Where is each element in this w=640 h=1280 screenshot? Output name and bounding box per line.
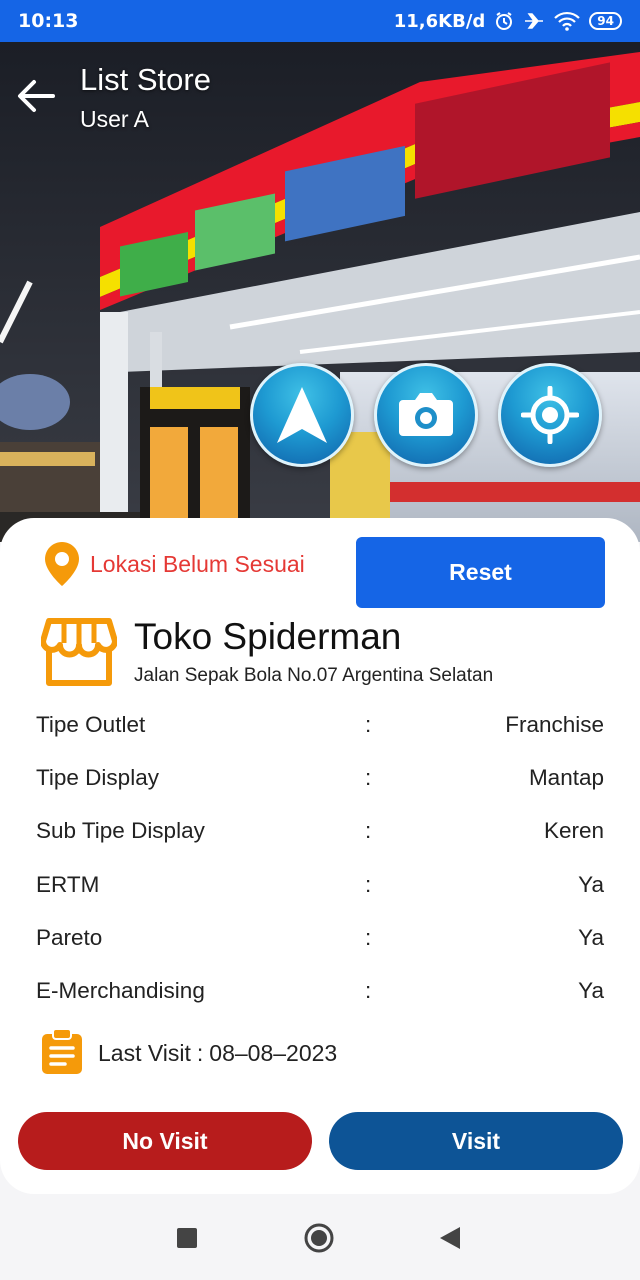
location-status: Lokasi Belum Sesuai xyxy=(90,551,305,577)
detail-colon: : xyxy=(365,925,372,950)
navigation-arrow-icon xyxy=(277,387,327,443)
recents-button[interactable] xyxy=(176,1227,198,1254)
no-visit-button[interactable]: No Visit xyxy=(18,1112,312,1170)
detail-value: Mantap xyxy=(528,765,604,790)
detail-label: ERTM xyxy=(36,872,100,897)
gps-crosshair-icon xyxy=(521,386,579,444)
detail-value: Ya xyxy=(578,978,604,1003)
status-indicators: 11,6KB/d 94 xyxy=(394,11,622,32)
status-bar: 10:13 11,6KB/d 94 xyxy=(0,0,640,42)
airplane-icon xyxy=(523,11,545,31)
detail-label: E-Merchandising xyxy=(36,978,205,1003)
navigate-button[interactable] xyxy=(250,363,354,467)
camera-button[interactable] xyxy=(374,363,478,467)
wifi-icon xyxy=(554,11,581,31)
detail-row-tipe-display: Tipe Display : Mantap xyxy=(36,765,604,805)
square-icon xyxy=(177,1228,197,1248)
detail-colon: : xyxy=(365,978,372,1003)
visit-button[interactable]: Visit xyxy=(329,1112,623,1170)
clipboard-icon xyxy=(40,1028,84,1081)
arrow-left-icon xyxy=(18,80,55,112)
last-visit-date: 08–08–2023 xyxy=(209,1040,338,1066)
home-button[interactable] xyxy=(303,1222,335,1259)
camera-icon xyxy=(399,393,453,436)
detail-row-tipe-outlet: Tipe Outlet : Franchise xyxy=(36,712,604,752)
detail-colon: : xyxy=(365,765,372,790)
back-nav-button[interactable] xyxy=(438,1225,462,1256)
detail-label: Sub Tipe Display xyxy=(36,818,205,843)
detail-colon: : xyxy=(365,712,372,737)
page-title: List Store xyxy=(80,62,211,97)
back-button[interactable] xyxy=(14,74,58,118)
detail-row-ertm: ERTM : Ya xyxy=(36,872,604,912)
detail-value: Franchise xyxy=(505,712,604,737)
detail-row-e-merchandising: E-Merchandising : Ya xyxy=(36,978,604,1018)
status-time: 10:13 xyxy=(18,10,79,32)
detail-label: Pareto xyxy=(36,925,103,950)
detail-label: Tipe Display xyxy=(36,765,159,790)
page-subtitle: User A xyxy=(80,106,150,132)
detail-row-sub-tipe-display: Sub Tipe Display : Keren xyxy=(36,818,604,858)
location-pin-icon xyxy=(44,541,80,592)
store-address: Jalan Sepak Bola No.07 Argentina Selatan xyxy=(134,665,494,686)
detail-value: Keren xyxy=(543,818,604,843)
detail-label: Tipe Outlet xyxy=(36,712,146,737)
reset-button[interactable]: Reset xyxy=(356,537,605,608)
detail-value: Ya xyxy=(578,872,604,897)
detail-colon: : xyxy=(365,818,372,843)
triangle-back-icon xyxy=(440,1227,460,1249)
battery-indicator: 94 xyxy=(589,12,622,30)
detail-colon: : xyxy=(365,872,372,897)
last-visit-label: Last Visit xyxy=(98,1040,191,1066)
store-name: Toko Spiderman xyxy=(134,616,402,657)
app-bar: List Store User A xyxy=(0,52,640,142)
detail-row-pareto: Pareto : Ya xyxy=(36,925,604,965)
last-visit-separator: : xyxy=(196,1040,204,1066)
system-navigation-bar xyxy=(0,1196,640,1280)
store-icon xyxy=(40,617,118,692)
alarm-icon xyxy=(494,11,514,31)
network-speed: 11,6KB/d xyxy=(393,10,486,32)
circle-home-icon xyxy=(304,1223,334,1253)
locate-button[interactable] xyxy=(498,363,602,467)
detail-value: Ya xyxy=(578,925,604,950)
last-visit: Last Visit:08–08–2023 xyxy=(98,1040,337,1067)
